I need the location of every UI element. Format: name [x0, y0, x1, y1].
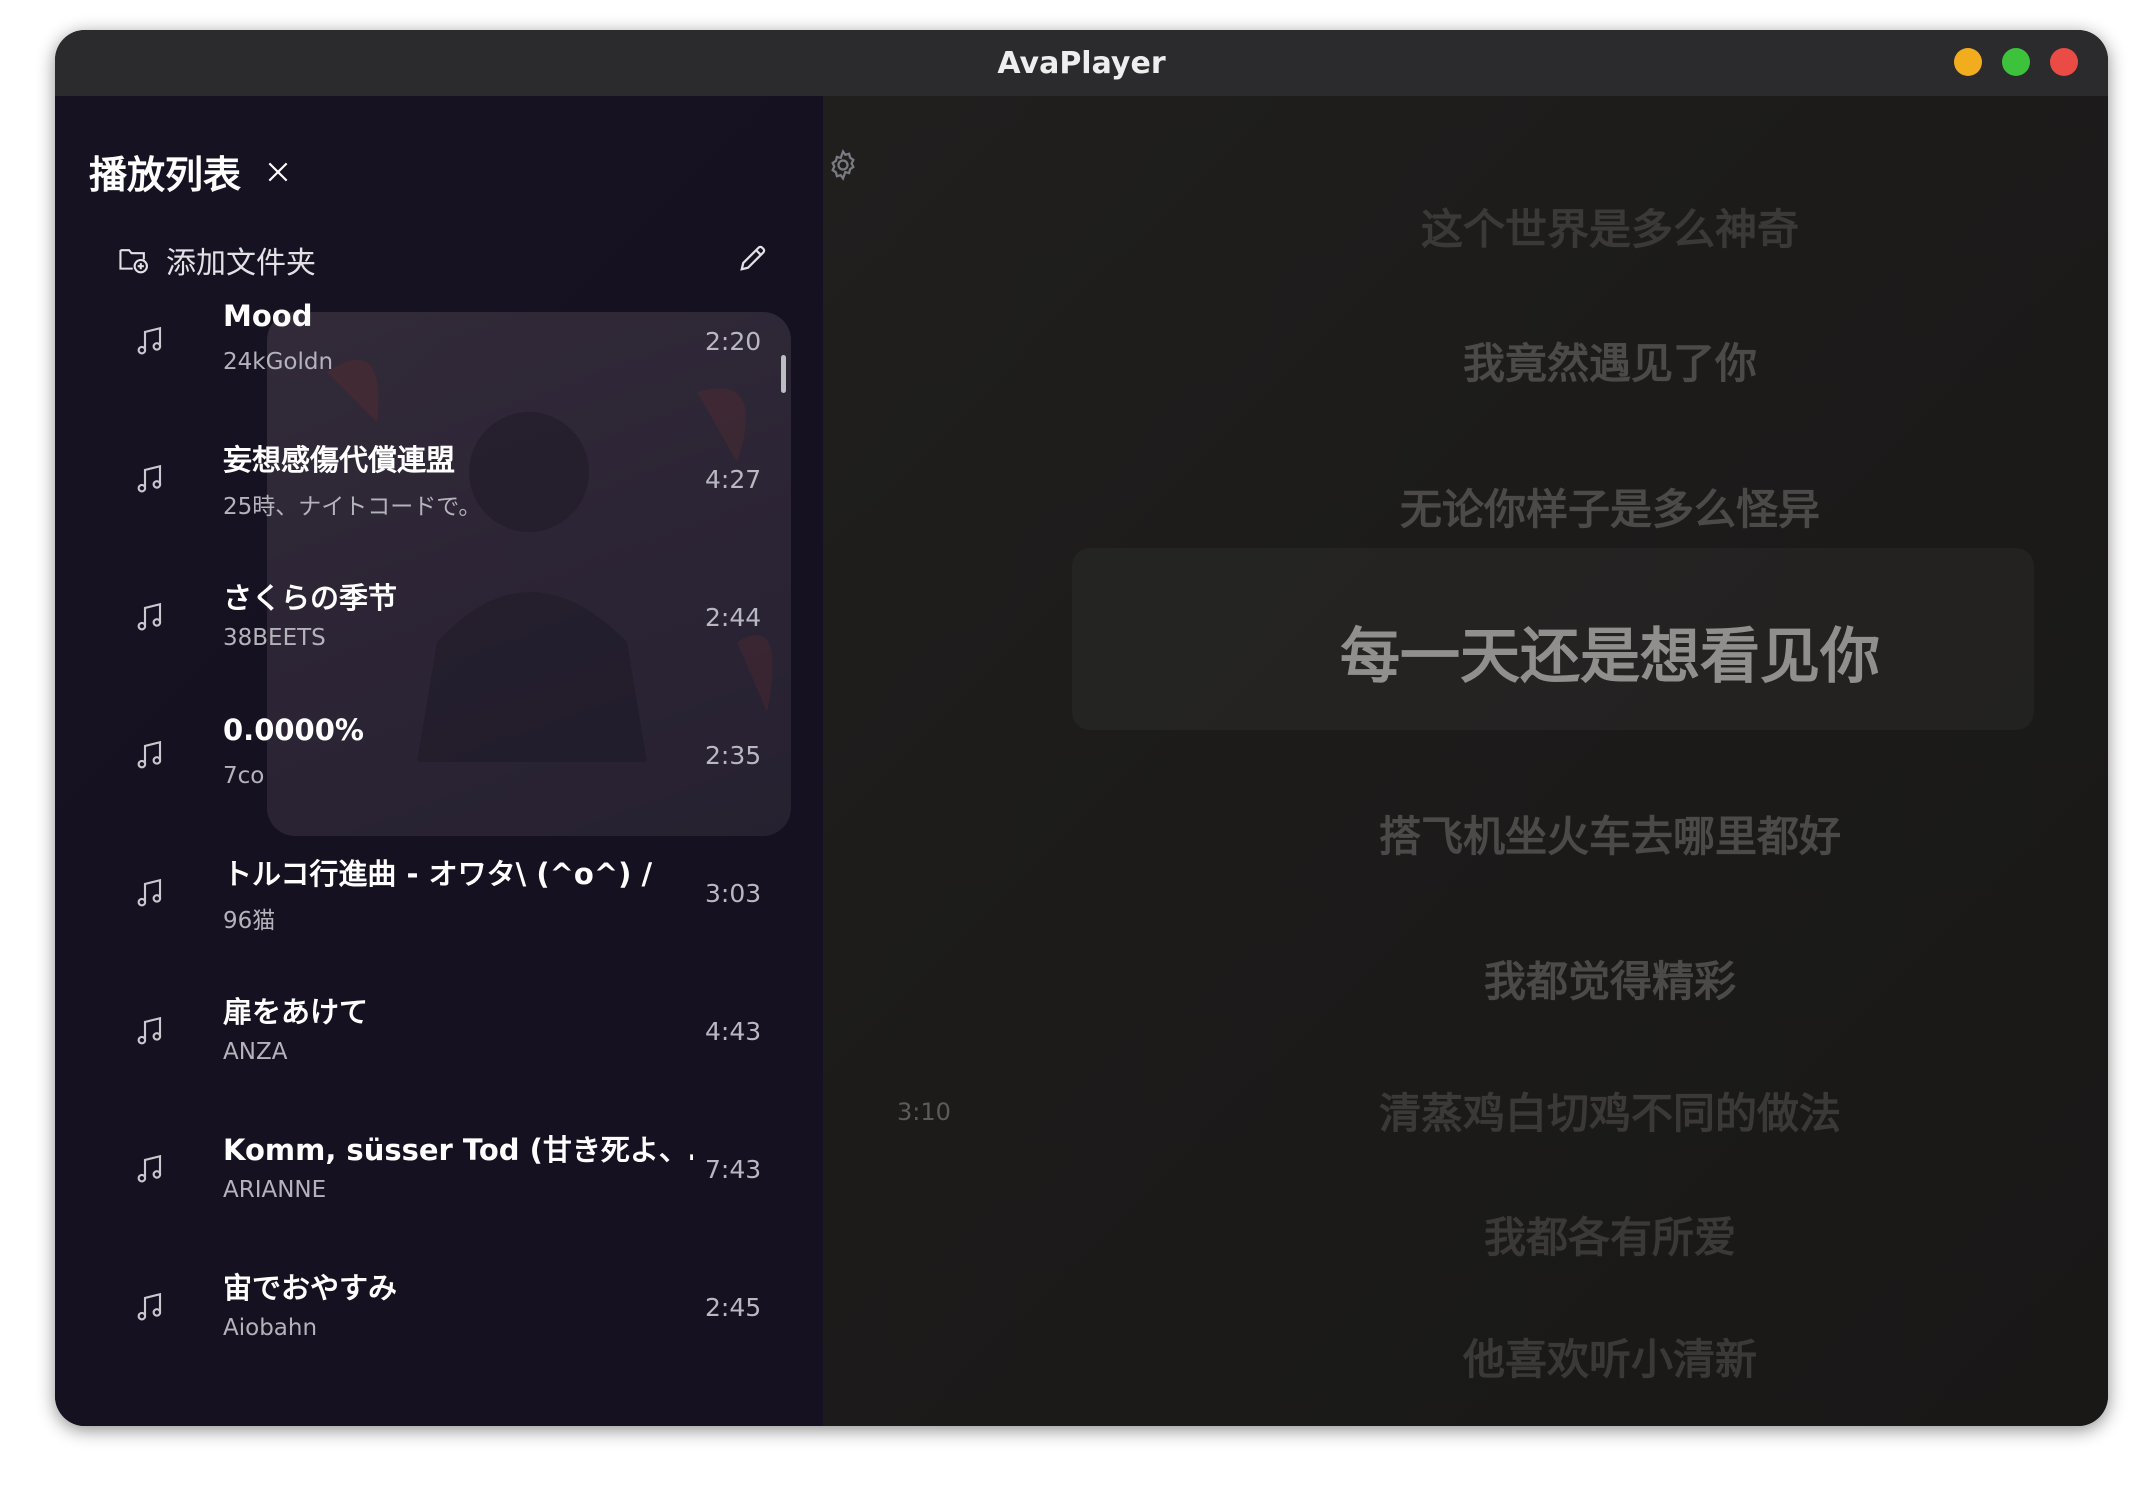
window-controls: [1954, 48, 2078, 76]
track-duration: 2:45: [705, 1293, 762, 1322]
maximize-button[interactable]: [2002, 48, 2030, 76]
music-note-icon: [137, 464, 162, 493]
track-item[interactable]: Mood 24kGoldn 2:20: [55, 271, 823, 409]
track-duration: 3:03: [705, 879, 762, 908]
pencil-icon[interactable]: [738, 243, 768, 273]
window-title: AvaPlayer: [997, 45, 1166, 81]
lyrics-panel: 这个世界是多么神奇 我竟然遇见了你 无论你样子是多么怪异 每一天还是想看见你 搭…: [1010, 96, 2108, 1426]
music-note-icon: [137, 326, 162, 355]
music-note-icon: [137, 878, 162, 907]
track-title: Mood: [223, 299, 313, 333]
gear-icon[interactable]: [826, 148, 860, 182]
music-note-icon: [137, 602, 162, 631]
track-title: さくらの季节: [223, 581, 398, 615]
total-time: 3:10: [897, 1098, 951, 1126]
track-artist: 24kGoldn: [223, 349, 334, 375]
track-title: トルコ行進曲 - オワタ\ (^o^) /: [223, 857, 653, 891]
track-duration: 2:35: [705, 741, 762, 770]
playlist-title: 播放列表: [89, 153, 242, 197]
track-artist: 96猫: [223, 908, 276, 934]
track-duration: 2:20: [705, 327, 762, 356]
close-window-button[interactable]: [2050, 48, 2078, 76]
lyric-line[interactable]: 清蒸鸡白切鸡不同的做法: [1010, 1080, 2108, 1141]
track-duration: 4:43: [705, 1017, 762, 1046]
music-note-icon: [137, 1154, 162, 1183]
track-item[interactable]: 扉をあけて ANZA 4:43: [55, 961, 823, 1099]
lyric-line[interactable]: 我都觉得精彩: [1010, 948, 2108, 1009]
track-item[interactable]: 妄想感傷代償連盟 25時、ナイトコードで。 4:27: [55, 409, 823, 547]
track-duration: 2:44: [705, 603, 762, 632]
title-bar: AvaPlayer: [55, 30, 2108, 96]
lyric-line[interactable]: 我都各有所爱: [1010, 1204, 2108, 1265]
lyric-line[interactable]: 我竟然遇见了你: [1010, 330, 2108, 391]
track-artist: 25時、ナイトコードで。: [223, 494, 482, 520]
music-note-icon: [137, 1292, 162, 1321]
track-title: 宙でおやすみ: [223, 1271, 398, 1305]
track-title: 0.0000%: [223, 713, 364, 747]
track-title: 妄想感傷代償連盟: [223, 443, 456, 477]
track-artist: 7co: [223, 763, 265, 789]
track-duration: 7:43: [705, 1155, 762, 1184]
playlist-panel: 播放列表 添加文件夹 Mood 24kGoldn 2:20 妄想感傷代償連盟 2…: [55, 96, 823, 1426]
track-item[interactable]: 宙でおやすみ Aiobahn 2:45: [55, 1237, 823, 1375]
track-item[interactable]: さくらの季节 38BEETS 2:44: [55, 547, 823, 685]
music-note-icon: [137, 740, 162, 769]
lyric-line[interactable]: 这个世界是多么神奇: [1010, 196, 2108, 257]
minimize-button[interactable]: [1954, 48, 1982, 76]
track-item[interactable]: Komm, süsser Tod (甘き死よ、… ARIANNE 7:43: [55, 1099, 823, 1237]
music-note-icon: [137, 1016, 162, 1045]
track-item[interactable]: 0.0000% 7co 2:35: [55, 685, 823, 823]
track-item[interactable]: トルコ行進曲 - オワタ\ (^o^) / 96猫 3:03: [55, 823, 823, 961]
lyric-line[interactable]: 搭飞机坐火车去哪里都好: [1010, 803, 2108, 864]
track-duration: 4:27: [705, 465, 762, 494]
track-artist: Aiobahn: [223, 1315, 318, 1341]
lyric-line[interactable]: 无论你样子是多么怪异: [1010, 476, 2108, 537]
track-artist: ARIANNE: [223, 1177, 327, 1203]
close-icon[interactable]: [265, 159, 291, 185]
track-title: Komm, süsser Tod (甘き死よ、…: [223, 1133, 693, 1167]
track-title: 扉をあけて: [223, 995, 369, 1029]
lyric-line[interactable]: 他喜欢听小清新: [1010, 1326, 2108, 1387]
track-artist: 38BEETS: [223, 625, 326, 651]
playlist-header: 播放列表: [89, 144, 291, 199]
track-artist: ANZA: [223, 1039, 288, 1065]
app-window: 这个世界是多么神奇 我竟然遇见了你 无论你样子是多么怪异 每一天还是想看见你 搭…: [55, 30, 2108, 1426]
lyric-line-current[interactable]: 每一天还是想看见你: [1010, 608, 2108, 695]
